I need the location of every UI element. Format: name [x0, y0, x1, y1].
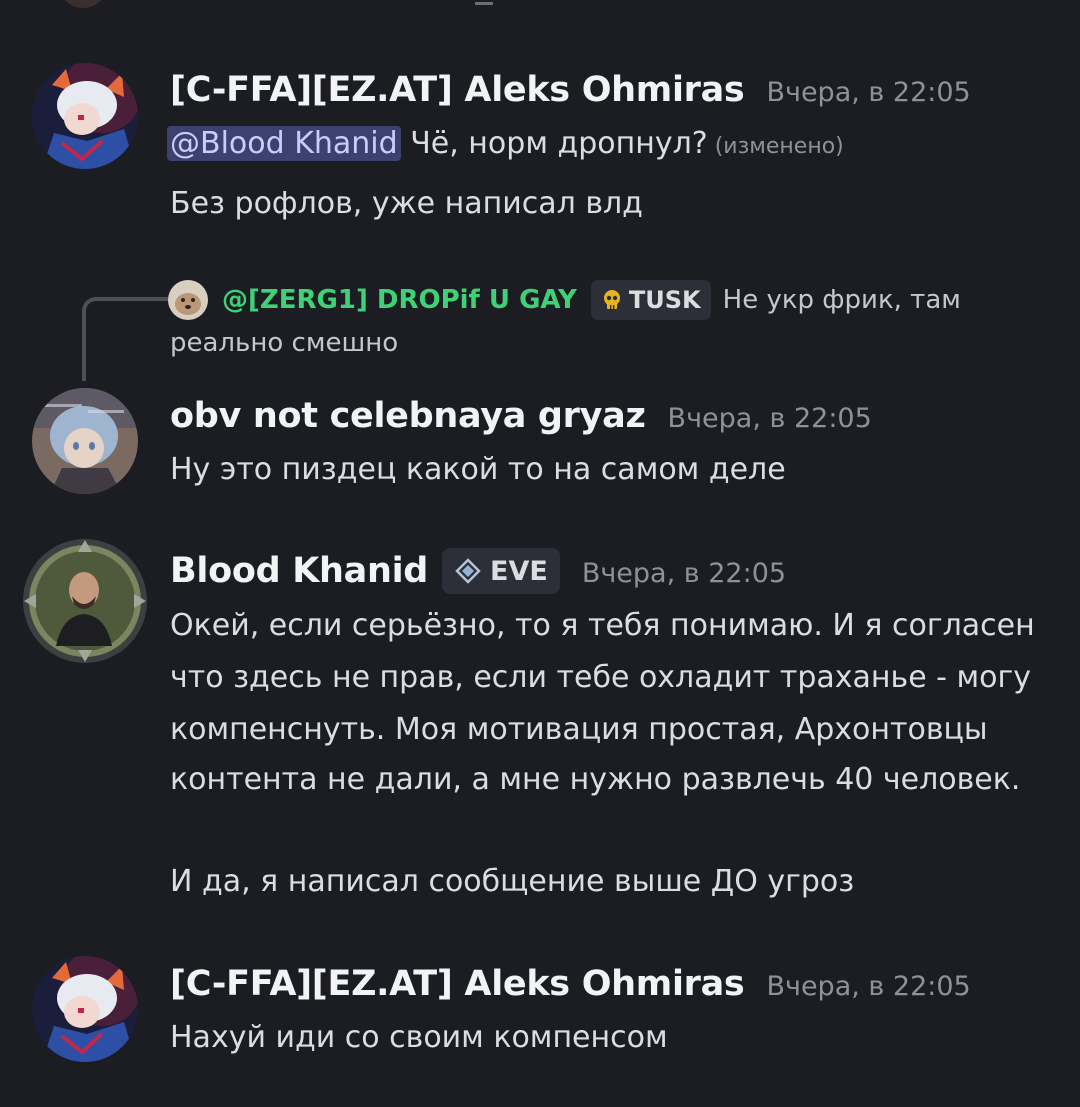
username[interactable]: [C-FFA][EZ.AT] Aleks Ohmiras	[170, 70, 745, 110]
anime-character-avatar-icon	[32, 956, 138, 1062]
message-text: контента не дали, а мне нужно развлечь 4…	[170, 762, 1021, 797]
message-header: [C-FFA][EZ.AT] Aleks Ohmiras Вчера, в 22…	[170, 70, 971, 110]
username[interactable]: obv not celebnaya gryaz	[170, 396, 646, 436]
role-tag[interactable]: TUSK	[590, 280, 711, 320]
message-line: @Blood Khanid Чё, норм дропнул? (изменен…	[167, 124, 844, 167]
username[interactable]: [C-FFA][EZ.AT] Aleks Ohmiras	[170, 964, 745, 1004]
message-text: Ну это пиздец какой то на самом деле	[170, 452, 786, 487]
avatar[interactable]	[22, 538, 148, 664]
reply-text: Не укр фрик, там	[722, 285, 961, 315]
role-tag-label: EVE	[490, 555, 548, 587]
avatar[interactable]	[32, 63, 138, 169]
timestamp: Вчера, в 22:05	[766, 76, 971, 108]
message-text: И да, я написал сообщение выше ДО угроз	[170, 864, 855, 899]
reply-connector	[82, 297, 170, 381]
message-header: obv not celebnaya gryaz Вчера, в 22:05	[170, 396, 872, 436]
message-header: [C-FFA][EZ.AT] Aleks Ohmiras Вчера, в 22…	[170, 964, 971, 1004]
bald-man-framed-avatar-icon	[23, 539, 147, 663]
timestamp: Вчера, в 22:05	[667, 402, 872, 434]
username[interactable]: Blood Khanid	[170, 551, 428, 591]
reply-text-continued: реально смешно	[170, 328, 399, 358]
avatar[interactable]	[32, 956, 138, 1062]
reply-author[interactable]: @[ZERG1] DROPif U GAY	[222, 285, 577, 315]
diamond-icon	[454, 557, 482, 585]
timestamp: Вчера, в 22:05	[581, 557, 787, 589]
message-text: что здесь не прав, если тебе охладит тра…	[170, 660, 1032, 695]
message-text: компенснуть. Моя мотивация простая, Архо…	[170, 712, 988, 747]
role-tag[interactable]: EVE	[442, 548, 560, 594]
avatar[interactable]	[32, 388, 138, 494]
message-text: Чё, норм дропнул?	[400, 126, 708, 161]
message-text: Без рофлов, уже написал влд	[170, 186, 643, 221]
previous-message-avatar[interactable]	[60, 0, 106, 8]
edited-label: (изменено)	[707, 134, 844, 159]
previous-message-text	[475, 0, 493, 5]
anime-character-avatar-icon	[32, 63, 138, 169]
message-header: Blood Khanid EVE Вчера, в 22:05	[170, 548, 786, 594]
reply-preview[interactable]: @[ZERG1] DROPif U GAY TUSK Не укр фрик, …	[168, 280, 961, 320]
timestamp: Вчера, в 22:05	[766, 970, 971, 1002]
message-text: Окей, если серьёзно, то я тебя понимаю. …	[170, 608, 1035, 643]
skull-icon	[601, 289, 623, 311]
anime-girl-avatar-icon	[32, 388, 138, 494]
user-mention[interactable]: @Blood Khanid	[167, 126, 401, 161]
dog-avatar-icon	[168, 280, 208, 320]
role-tag-label: TUSK	[628, 286, 701, 314]
reply-avatar[interactable]	[168, 280, 208, 320]
message-text: Нахуй иди со своим компенсом	[170, 1020, 668, 1055]
